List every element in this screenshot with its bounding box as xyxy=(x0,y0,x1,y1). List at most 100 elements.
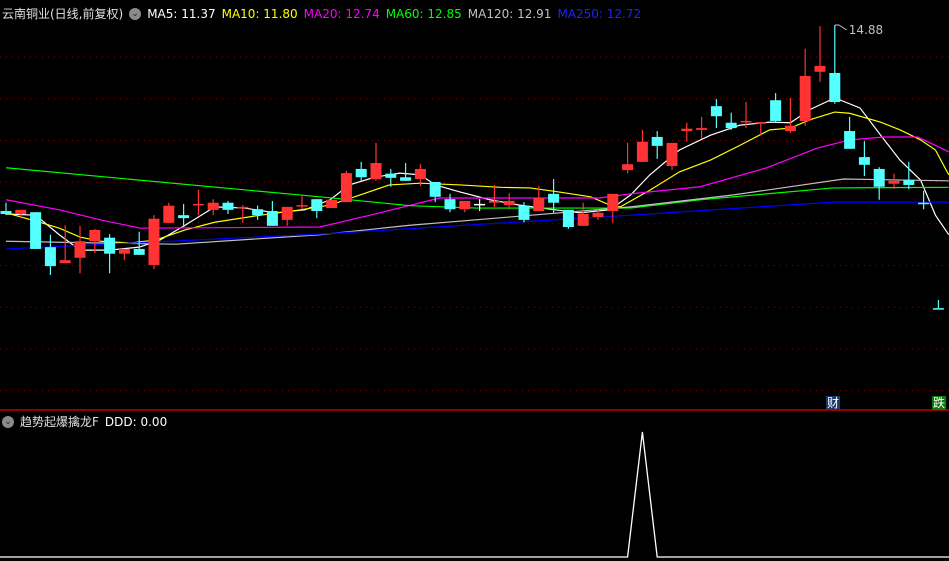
candle-body xyxy=(666,142,678,166)
ma10-label: MA10: 11.80 xyxy=(221,6,298,21)
candle-body xyxy=(281,206,293,220)
candle-body xyxy=(888,180,900,184)
candle-body xyxy=(503,200,515,206)
candle-body xyxy=(444,199,456,210)
candle xyxy=(296,196,308,210)
candle xyxy=(207,199,219,216)
candle-body xyxy=(533,197,545,212)
candle xyxy=(459,200,471,213)
candle-body xyxy=(30,212,42,249)
limit-down-badge[interactable]: 跌 xyxy=(932,396,947,410)
candle-body xyxy=(814,65,826,72)
candle xyxy=(104,234,116,274)
candle-body xyxy=(903,180,915,185)
candle-body xyxy=(89,229,101,242)
finance-badge[interactable]: 财 xyxy=(826,396,841,410)
candle-body xyxy=(548,193,560,203)
candle-body xyxy=(163,205,175,223)
candle-body xyxy=(104,237,116,254)
candle xyxy=(562,209,574,229)
candle-body xyxy=(59,260,71,264)
candle-body xyxy=(118,248,130,254)
candle-body xyxy=(740,120,752,123)
candle xyxy=(237,205,249,223)
candle xyxy=(681,122,693,142)
candle xyxy=(429,181,441,203)
candle xyxy=(444,193,456,213)
candle xyxy=(89,228,101,254)
candle-body xyxy=(133,248,145,255)
candle-body xyxy=(918,202,930,205)
candle xyxy=(59,225,71,264)
candle-body xyxy=(44,247,56,267)
candle xyxy=(44,234,56,275)
high-price-marker: 14.88 xyxy=(834,23,883,37)
candle-body xyxy=(474,203,486,206)
candle-body xyxy=(932,308,944,310)
candle xyxy=(400,163,412,181)
candle xyxy=(829,25,841,104)
candle-body xyxy=(622,164,634,171)
candle-body xyxy=(15,209,27,214)
candle xyxy=(755,122,767,136)
candle-body xyxy=(414,168,426,180)
ma60-label: MA60: 12.85 xyxy=(385,6,462,21)
candle-body xyxy=(829,72,841,103)
candle xyxy=(932,299,944,310)
candle-body xyxy=(755,122,767,124)
ma250-label: MA250: 12.72 xyxy=(557,6,642,21)
candle-body xyxy=(488,200,500,203)
candle xyxy=(873,167,885,200)
candle-body xyxy=(222,202,234,210)
candle xyxy=(311,199,323,219)
indicator-title: 趋势起爆擒龙F xyxy=(20,415,99,429)
candle xyxy=(903,161,915,190)
candle-body xyxy=(518,205,530,220)
candle xyxy=(266,200,278,226)
candle-body xyxy=(148,218,160,265)
indicator-legend: ⌄ 趋势起爆擒龙F DDD: 0.00 xyxy=(2,413,167,430)
candle-body xyxy=(873,168,885,187)
ma20-line xyxy=(5,136,949,229)
candle xyxy=(607,193,619,223)
candle-body xyxy=(326,199,338,209)
candle-body xyxy=(607,193,619,212)
candle xyxy=(784,97,796,133)
candle-body xyxy=(237,206,249,209)
candle-body xyxy=(799,75,811,121)
candle-body xyxy=(207,202,219,210)
candle xyxy=(281,206,293,226)
candle xyxy=(15,209,27,219)
candle xyxy=(888,173,900,190)
candle-body xyxy=(562,209,574,228)
candle-body xyxy=(192,203,204,206)
candle xyxy=(666,142,678,171)
candle-body xyxy=(296,205,308,207)
candle xyxy=(474,199,486,212)
candle-body xyxy=(784,125,796,132)
candle-body xyxy=(355,168,367,178)
candle xyxy=(74,225,86,274)
candle xyxy=(0,202,12,216)
candle-body xyxy=(592,212,604,217)
collapse-chevron-icon[interactable]: ⌄ xyxy=(129,7,142,20)
candlestick-chart[interactable]: 14.88 xyxy=(0,0,949,561)
collapse-chevron-icon[interactable]: ⌄ xyxy=(2,415,14,428)
candle xyxy=(30,212,42,249)
indicator-value: DDD: 0.00 xyxy=(104,414,168,429)
chart-title: 云南铜业(日线,前复权) xyxy=(2,7,124,21)
candle-body xyxy=(400,177,412,181)
candle xyxy=(651,131,663,159)
candle xyxy=(326,199,338,209)
candle xyxy=(488,184,500,207)
candle-body xyxy=(429,181,441,197)
candle-body xyxy=(858,157,870,165)
candle xyxy=(814,26,826,82)
candle-body xyxy=(681,128,693,132)
candle xyxy=(636,129,648,162)
candle-body xyxy=(266,211,278,226)
ma250-line xyxy=(5,201,949,250)
ma5-label: MA5: 11.37 xyxy=(147,6,216,21)
candle-body xyxy=(770,100,782,121)
candle xyxy=(770,93,782,123)
